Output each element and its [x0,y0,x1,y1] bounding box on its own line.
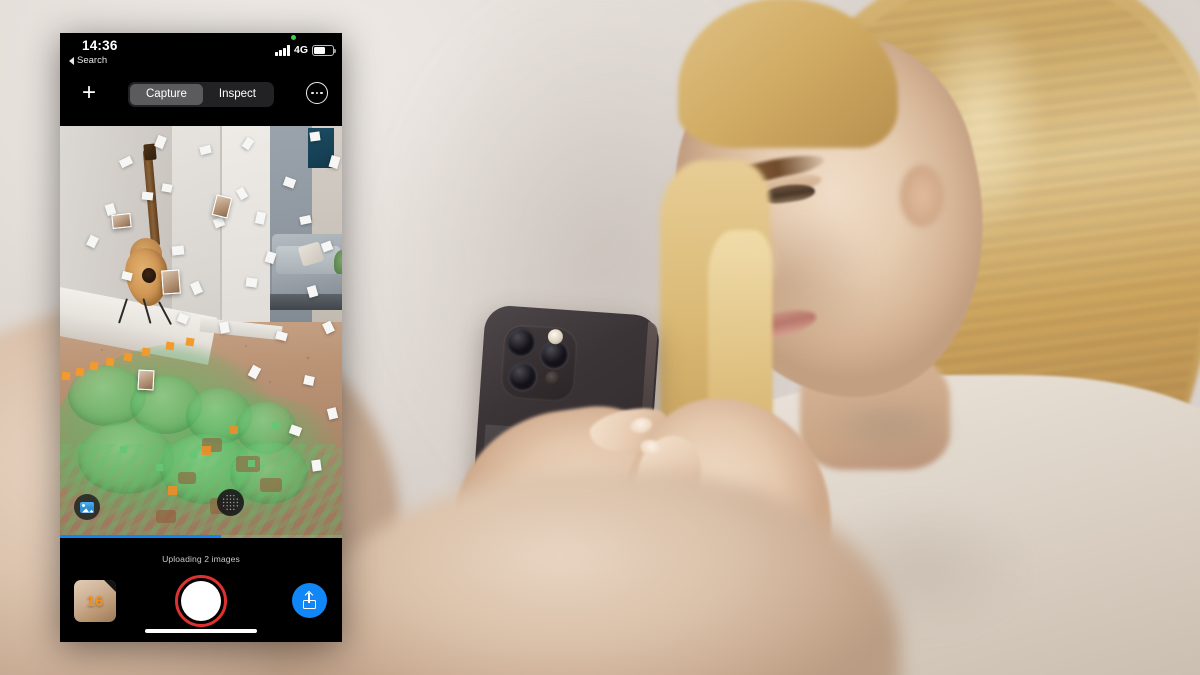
upload-status-text: Uploading 2 images [162,554,240,564]
ar-confidence-marker [61,371,71,381]
ar-mesh-marker [248,460,255,467]
ar-confidence-marker [230,426,238,434]
ar-confidence-marker [141,347,151,357]
camera-lens-icon [506,327,536,357]
house-plant [334,250,342,274]
tshirt-collar [796,400,986,490]
back-caret-icon [69,56,74,65]
ar-mesh-floor [60,444,342,538]
ar-feature-marker [161,183,173,193]
ar-mesh-marker [272,422,279,429]
background-sofa-base [270,294,342,310]
point-cloud-toggle-button[interactable] [217,489,244,516]
camera-lens-icon [539,340,569,370]
share-button[interactable] [292,583,327,618]
shutter-inner-circle [181,581,221,621]
ar-mesh-marker [190,452,197,459]
ar-feature-marker [311,459,322,472]
camera-lens-icon [508,362,537,391]
ar-keyframe-thumbnail [161,269,181,295]
ar-confidence-marker [168,486,177,495]
network-type-label: 4G [293,44,308,56]
thumbnail-count-badge: 16 [86,592,104,610]
share-upload-icon [303,592,316,609]
status-time: 14:36 [82,38,118,53]
ar-feature-marker [303,375,315,386]
ar-feature-marker [171,245,185,256]
lidar-sensor-icon [544,370,561,387]
camera-controls-bar: Uploading 2 images 16 [60,538,342,642]
ar-confidence-marker [123,352,133,362]
ar-camera-viewport[interactable] [60,126,342,538]
add-button[interactable]: + [76,81,102,107]
battery-icon [312,45,337,56]
ar-mesh-gap [156,510,176,523]
status-bar: 14:36 Search 4G [60,33,342,67]
ar-feature-marker [219,321,230,334]
back-label: Search [77,55,108,66]
ar-mesh-gap [260,478,282,492]
app-nav-bar: + Capture Inspect [60,73,342,117]
phone-screen-recording: 14:36 Search 4G + Capture Inspect Upload… [60,33,342,642]
guitar-stand [118,298,174,326]
cellular-bars-icon [275,45,290,56]
more-options-button[interactable] [306,82,328,104]
ellipsis-icon [311,91,323,95]
ar-feature-marker [309,131,321,142]
status-right-cluster: 4G [275,44,337,56]
ar-mesh-gap [178,472,196,484]
ar-keyframe-thumbnail [111,213,132,229]
ar-confidence-marker [202,446,211,455]
ar-confidence-marker [75,367,85,377]
screen-recording-dot-icon [291,35,296,40]
ar-confidence-marker [89,361,99,371]
tab-inspect[interactable]: Inspect [203,84,272,105]
ar-feature-marker [141,191,154,201]
tab-capture[interactable]: Capture [130,84,203,105]
ar-confidence-marker [105,357,115,367]
shutter-button[interactable] [175,575,227,627]
photo-library-icon [80,501,94,513]
captured-images-thumbnail[interactable]: 16 [74,580,116,622]
ar-keyframe-thumbnail [137,369,155,391]
home-indicator[interactable] [145,629,257,633]
ar-mesh-marker [156,464,163,471]
ar-confidence-marker [185,337,195,347]
camera-module [499,323,579,403]
back-to-search-button[interactable]: Search [69,55,107,66]
point-cloud-icon [222,494,239,511]
capture-inspect-segmented-control[interactable]: Capture Inspect [128,82,274,107]
gallery-toggle-button[interactable] [74,494,100,520]
ar-feature-marker [245,277,258,288]
ar-confidence-marker [165,341,175,351]
ar-mesh-marker [120,446,127,453]
